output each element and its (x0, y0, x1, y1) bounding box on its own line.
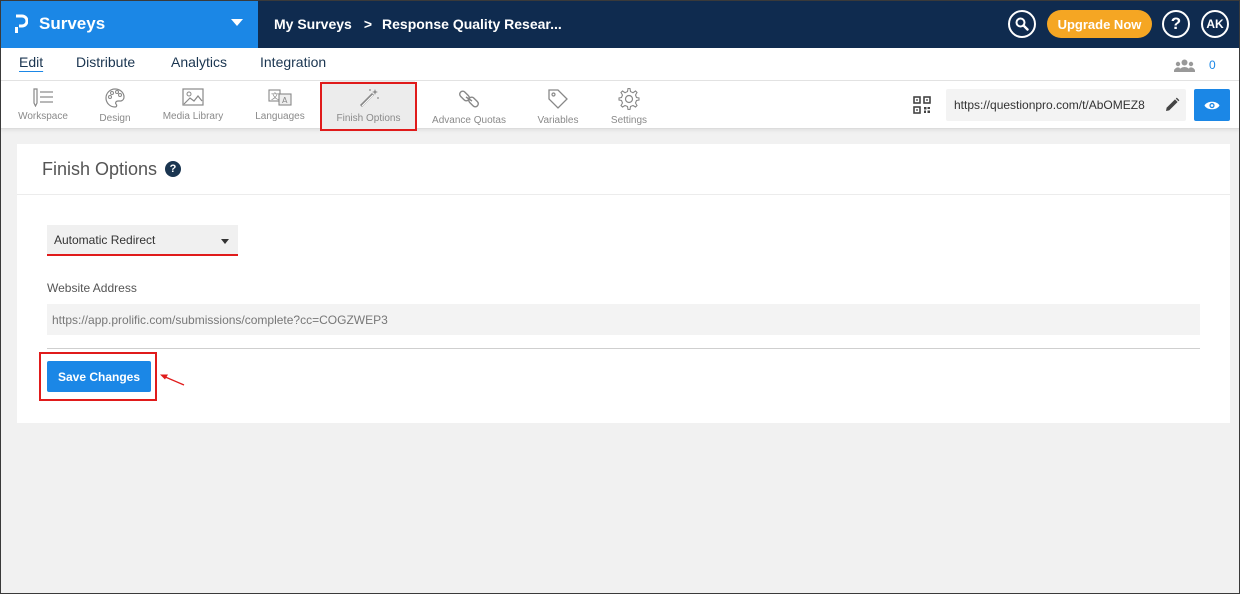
breadcrumb: My Surveys > Response Quality Resear... (274, 0, 562, 48)
tool-workspace[interactable]: Workspace (14, 81, 72, 129)
tab-distribute[interactable]: Distribute (76, 54, 135, 70)
website-address-input[interactable] (47, 304, 1200, 335)
svg-text:A: A (282, 96, 288, 105)
tool-label: Settings (610, 115, 648, 126)
tool-settings[interactable]: Settings (605, 81, 653, 129)
finish-type-value: Automatic Redirect (54, 232, 156, 247)
tool-label: Advance Quotas (432, 115, 506, 126)
eye-icon (1204, 101, 1220, 109)
search-button[interactable] (1008, 10, 1036, 38)
user-avatar[interactable]: AK (1201, 10, 1229, 38)
tool-advance-quotas[interactable]: Advance Quotas (428, 81, 510, 129)
qr-code-icon[interactable] (913, 96, 931, 114)
tag-icon (548, 89, 568, 109)
gear-icon (618, 87, 640, 111)
breadcrumb-separator: > (363, 16, 373, 32)
search-icon (1015, 17, 1029, 31)
tool-finish-options[interactable]: Finish Options (322, 81, 415, 129)
users-group-icon (1174, 59, 1195, 72)
palette-icon (105, 88, 125, 108)
image-icon (182, 88, 204, 106)
workspace-icon (33, 88, 53, 107)
website-address-label: Website Address (47, 281, 137, 295)
tool-label: Finish Options (336, 113, 401, 124)
questionpro-logo-icon (14, 14, 29, 34)
magic-wand-icon (359, 89, 379, 108)
survey-url-text: https://questionpro.com/t/AbOMEZ8 (954, 98, 1145, 112)
collaborators-button[interactable]: 0 (1174, 58, 1216, 72)
tool-media-library[interactable]: Media Library (158, 81, 228, 129)
tool-languages[interactable]: 文 A Languages (250, 81, 310, 129)
tool-design[interactable]: Design (90, 81, 140, 129)
pencil-icon[interactable] (1164, 97, 1180, 113)
menu-bar: Edit Distribute Analytics Integration 0 (0, 48, 1240, 81)
tab-analytics[interactable]: Analytics (171, 54, 227, 70)
product-switcher[interactable]: Surveys (0, 0, 258, 48)
link-chain-icon (459, 90, 479, 108)
finish-type-dropdown[interactable]: Automatic Redirect (47, 225, 238, 256)
svg-text:文: 文 (271, 91, 279, 101)
tab-integration[interactable]: Integration (260, 54, 326, 70)
help-button[interactable]: ? (1162, 10, 1190, 38)
translate-icon: 文 A (268, 89, 292, 106)
top-bar: Surveys My Surveys > Response Quality Re… (0, 0, 1240, 48)
tool-label: Design (99, 113, 131, 124)
help-circle-icon[interactable]: ? (165, 161, 181, 177)
divider (47, 348, 1200, 349)
tool-label: Variables (537, 115, 579, 126)
tool-label: Media Library (162, 111, 224, 122)
tab-edit[interactable]: Edit (19, 54, 43, 70)
panel-header: Finish Options ? (17, 144, 1230, 195)
tool-label: Workspace (18, 111, 68, 122)
breadcrumb-survey-title: Response Quality Resear... (382, 16, 562, 32)
tool-label: Languages (255, 111, 305, 122)
chevron-down-icon (231, 19, 243, 26)
product-name: Surveys (39, 14, 106, 33)
breadcrumb-my-surveys[interactable]: My Surveys (274, 16, 352, 32)
upgrade-now-button[interactable]: Upgrade Now (1047, 10, 1152, 38)
survey-url-field[interactable]: https://questionpro.com/t/AbOMEZ8 (946, 89, 1186, 121)
page-title: Finish Options (42, 159, 158, 179)
tool-variables[interactable]: Variables (533, 81, 583, 129)
save-changes-button[interactable]: Save Changes (47, 361, 151, 392)
collaborator-count: 0 (1209, 58, 1216, 72)
preview-button[interactable] (1194, 89, 1230, 121)
finish-options-panel: Finish Options ? Automatic Redirect Webs… (17, 144, 1230, 423)
caret-down-icon (221, 239, 229, 244)
